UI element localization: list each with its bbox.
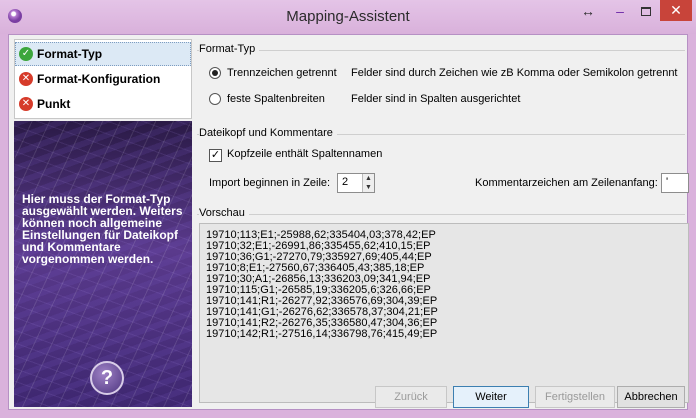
comment-char-input[interactable]: ' bbox=[661, 173, 689, 193]
stepper-up-icon[interactable]: ▲ bbox=[363, 174, 374, 183]
maximize-button[interactable] bbox=[633, 1, 659, 23]
header-comments-group: Dateikopf und Kommentare ✓ Kopfzeile ent… bbox=[197, 127, 689, 203]
import-start-stepper[interactable]: 2 ▲ ▼ bbox=[337, 173, 375, 193]
radio-button[interactable] bbox=[209, 93, 221, 105]
info-text: Hier muss der Format-Typ ausgewählt werd… bbox=[22, 192, 183, 266]
preview-group: Vorschau 19710;113;E1;-25988,62;335404,0… bbox=[197, 207, 689, 407]
close-button[interactable]: ✕ bbox=[660, 0, 692, 21]
radio-label: feste Spaltenbreiten bbox=[227, 93, 325, 105]
group-title: Dateikopf und Kommentare bbox=[199, 127, 337, 139]
radio-fixed-width[interactable]: feste Spaltenbreiten Felder sind in Spal… bbox=[209, 91, 679, 107]
back-button[interactable]: Zurück bbox=[375, 386, 447, 408]
step-label: Format-Typ bbox=[37, 47, 103, 61]
group-title: Vorschau bbox=[199, 207, 249, 219]
step-format-konfiguration[interactable]: ✕ Format-Konfiguration bbox=[15, 67, 191, 91]
title-bar: Mapping-Assistent ↔ – ✕ bbox=[0, 0, 696, 34]
comment-char-label: Kommentarzeichen am Zeilenanfang: bbox=[475, 177, 658, 189]
check-circle-icon: ✓ bbox=[19, 47, 33, 61]
error-circle-icon: ✕ bbox=[19, 72, 33, 86]
option-description: Felder sind in Spalten ausgerichtet bbox=[351, 93, 521, 105]
preview-textbox[interactable]: 19710;113;E1;-25988,62;335404,03;378,42;… bbox=[199, 223, 689, 403]
step-punkt[interactable]: ✕ Punkt bbox=[15, 92, 191, 116]
next-button[interactable]: Weiter bbox=[453, 386, 529, 408]
format-type-group: Format-Typ Trennzeichen getrennt Felder … bbox=[197, 43, 685, 123]
checkbox-label[interactable]: Kopfzeile enthält Spaltennamen bbox=[227, 148, 382, 160]
minimize-button[interactable]: – bbox=[607, 1, 633, 23]
error-circle-icon: ✕ bbox=[19, 97, 33, 111]
cancel-button[interactable]: Abbrechen bbox=[617, 386, 685, 408]
radio-button[interactable] bbox=[209, 67, 221, 79]
step-label: Punkt bbox=[37, 97, 71, 111]
step-format-typ[interactable]: ✓ Format-Typ bbox=[15, 42, 191, 66]
help-icon[interactable]: ? bbox=[90, 361, 124, 395]
restore-arrows-icon[interactable]: ↔ bbox=[575, 1, 601, 23]
radio-label: Trennzeichen getrennt bbox=[227, 67, 337, 79]
header-row-checkbox[interactable]: ✓ bbox=[209, 149, 222, 162]
step-label: Format-Konfiguration bbox=[37, 72, 161, 86]
option-description: Felder sind durch Zeichen wie zB Komma o… bbox=[351, 67, 678, 79]
mapping-assistant-window: Mapping-Assistent ↔ – ✕ ✓ Format-Typ ✕ F… bbox=[0, 0, 696, 418]
wizard-client-area: ✓ Format-Typ ✕ Format-Konfiguration ✕ Pu… bbox=[8, 34, 689, 410]
radio-delimited[interactable]: Trennzeichen getrennt Felder sind durch … bbox=[209, 65, 679, 81]
info-panel: Hier muss der Format-Typ ausgewählt werd… bbox=[14, 121, 192, 407]
step-list: ✓ Format-Typ ✕ Format-Konfiguration ✕ Pu… bbox=[14, 39, 192, 119]
stepper-down-icon[interactable]: ▼ bbox=[363, 183, 374, 192]
finish-button[interactable]: Fertigstellen bbox=[535, 386, 615, 408]
preview-line: 19710;142;R1;-27516,14;336798,76;415,49;… bbox=[206, 328, 438, 340]
import-start-label: Import beginnen in Zeile: bbox=[209, 177, 331, 189]
stepper-value: 2 bbox=[342, 176, 349, 188]
group-title: Format-Typ bbox=[199, 43, 260, 55]
maximize-icon bbox=[641, 7, 651, 16]
